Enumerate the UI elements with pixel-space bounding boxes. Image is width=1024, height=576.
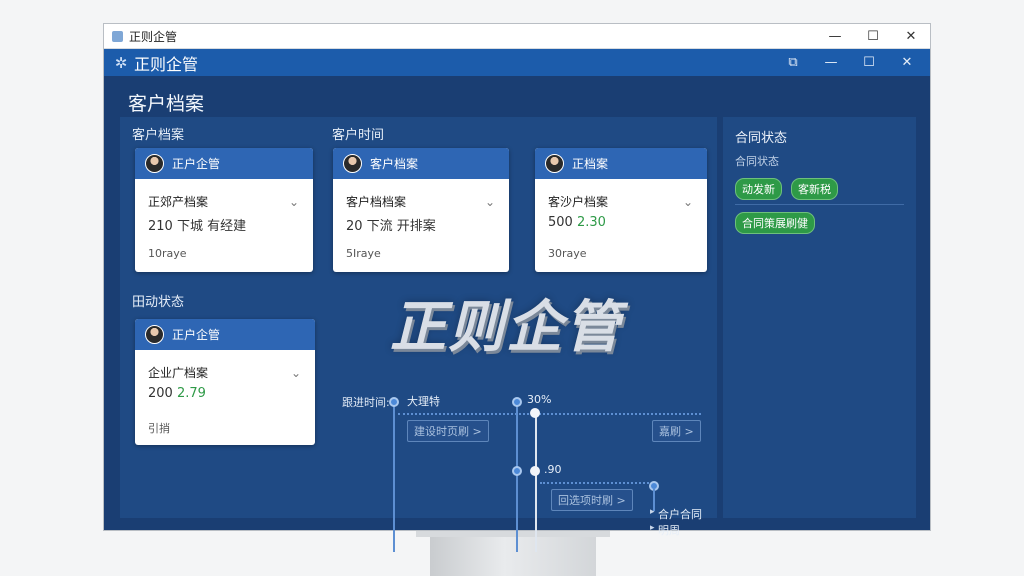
timeline-point-label: 大理特 xyxy=(407,395,440,408)
app-window: ✲ 正则企管 ⧉ — ☐ ✕ 客户档案 客户档案 客户时间 田动状态 正户企管 … xyxy=(104,49,930,552)
panel-title: 合同状态 xyxy=(735,131,788,146)
card-title: 正郊产档案 xyxy=(148,195,209,209)
os-window-titlebar: 正则企管 — ☐ ✕ xyxy=(104,24,930,49)
timeline-action-button[interactable]: 回选项时刷 > xyxy=(551,489,633,511)
timeline-label: 跟进时间: xyxy=(342,396,390,409)
timeline-track xyxy=(393,402,395,552)
card-footer: 30raye xyxy=(548,247,587,260)
main-panel: 客户档案 客户时间 田动状态 正户企管 正郊产档案 210 下城 有经建 ⌄ 1… xyxy=(120,117,717,552)
divider xyxy=(735,204,904,205)
card-value: 210 下城 有经建 xyxy=(148,219,247,234)
card-name: 客户档案 xyxy=(370,157,419,171)
app-minimize-icon[interactable]: — xyxy=(812,55,850,70)
chevron-down-icon[interactable]: ⌄ xyxy=(289,195,299,209)
contract-status-panel: 合同状态 合同状态 动发新 客新税 合同策展刷健 xyxy=(723,117,916,518)
timeline-point-label: .90 xyxy=(544,463,562,476)
timeline-dashline xyxy=(540,482,653,484)
card-title: 客沙户档案 xyxy=(548,195,609,209)
close-icon[interactable]: ✕ xyxy=(892,29,930,44)
card-value: 20 下流 开排案 xyxy=(346,219,436,234)
avatar xyxy=(145,325,164,344)
monitor-screen: 正则企管 — ☐ ✕ ✲ 正则企管 ⧉ — ☐ ✕ 客户档案 客户档案 客户时间… xyxy=(103,23,931,552)
activity-card[interactable]: 正户企管 企业广档案 200 2.79 ⌄ 引捎 xyxy=(135,319,315,445)
customer-card[interactable]: 正档案 客沙户档案 500 2.30 ⌄ 30raye xyxy=(535,148,707,272)
card-title: 客户档档案 xyxy=(346,195,407,209)
timeline-node[interactable] xyxy=(389,397,399,407)
app-maximize-icon[interactable]: ☐ xyxy=(850,55,888,70)
customer-card[interactable]: 正户企管 正郊产档案 210 下城 有经建 ⌄ 10raye xyxy=(135,148,313,272)
timeline-action-button[interactable]: 嘉刷 > xyxy=(652,420,701,442)
timeline-node[interactable] xyxy=(530,466,540,476)
card-footer: 5Iraye xyxy=(346,247,381,260)
status-tag[interactable]: 动发新 xyxy=(735,178,782,200)
card-name: 正户企管 xyxy=(172,328,221,342)
monitor-stand xyxy=(416,531,610,576)
timeline-dashline xyxy=(398,413,701,415)
section-customer-files: 客户档案 xyxy=(132,128,185,143)
chevron-down-icon[interactable]: ⌄ xyxy=(291,366,301,380)
status-tag[interactable]: 客新税 xyxy=(791,178,838,200)
timeline-track xyxy=(535,413,537,552)
logo-icon: ✲ xyxy=(114,53,128,72)
avatar xyxy=(545,154,564,173)
caret-right-icon: ▸ xyxy=(650,507,655,517)
brand-watermark: 正则企管 xyxy=(390,295,622,360)
maximize-icon[interactable]: ☐ xyxy=(854,29,892,44)
minimize-icon[interactable]: — xyxy=(816,29,854,44)
timeline-item[interactable]: 合户合同 xyxy=(658,506,702,522)
os-window-title: 正则企管 xyxy=(129,29,178,44)
card-name: 正档案 xyxy=(572,157,609,171)
timeline-node[interactable] xyxy=(530,408,540,418)
customer-card[interactable]: 客户档案 客户档档案 20 下流 开排案 ⌄ 5Iraye xyxy=(333,148,509,272)
timeline-node[interactable] xyxy=(512,466,522,476)
timeline-item[interactable]: 明周 xyxy=(658,522,680,538)
timeline-action-button[interactable]: 建设时页刷 > xyxy=(407,420,489,442)
chevron-down-icon[interactable]: ⌄ xyxy=(683,195,693,209)
chevron-down-icon[interactable]: ⌄ xyxy=(485,195,495,209)
timeline-point-label: 30% xyxy=(527,393,552,406)
card-footer: 10raye xyxy=(148,247,187,260)
card-value: 500 2.30 xyxy=(548,215,606,230)
restore-icon[interactable]: ⧉ xyxy=(774,55,812,70)
app-icon xyxy=(112,30,123,42)
page-title: 客户档案 xyxy=(128,93,205,115)
app-close-icon[interactable]: ✕ xyxy=(888,55,926,70)
section-customer-time: 客户时间 xyxy=(332,128,385,143)
card-value: 200 2.79 xyxy=(148,386,206,401)
timeline-track xyxy=(516,402,518,552)
card-title: 企业广档案 xyxy=(148,366,209,380)
app-title: 正则企管 xyxy=(134,54,199,74)
card-name: 正户企管 xyxy=(172,157,221,171)
app-titlebar: ✲ 正则企管 ⧉ — ☐ ✕ xyxy=(104,49,930,76)
card-footer: 引捎 xyxy=(148,422,170,435)
section-activity-status: 田动状态 xyxy=(132,295,185,310)
panel-subtitle: 合同状态 xyxy=(735,155,779,168)
status-tag[interactable]: 合同策展刷健 xyxy=(735,212,815,234)
avatar xyxy=(145,154,164,173)
caret-right-icon: ▸ xyxy=(650,523,655,533)
avatar xyxy=(343,154,362,173)
timeline-node[interactable] xyxy=(512,397,522,407)
